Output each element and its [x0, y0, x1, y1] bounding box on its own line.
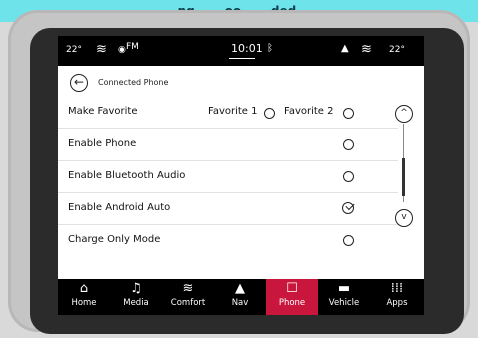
seat-heat-right-icon[interactable]: ≋: [361, 42, 372, 57]
enable-android-auto-checkmark-icon[interactable]: [342, 202, 354, 214]
car-icon: ▬: [337, 281, 351, 296]
nav-label: Nav: [231, 298, 249, 308]
seat-heat-icon: ≋: [182, 281, 194, 296]
music-note-icon: ♫: [130, 281, 142, 296]
favorite-1-label: Favorite 1: [208, 106, 258, 117]
enable-phone-radio[interactable]: [343, 139, 354, 150]
seat-heat-left-icon[interactable]: ≋: [96, 42, 107, 57]
scroll-thumb[interactable]: [402, 158, 405, 196]
touchscreen: 22° ≋ ◉ FM 10:01 ᛒ ▲ ≋ 22° ← Connected P…: [58, 36, 424, 315]
radio-icon: ◉: [118, 45, 126, 55]
back-arrow-icon[interactable]: ←: [70, 74, 88, 92]
nav-label: Vehicle: [328, 298, 360, 308]
favorite-1-radio[interactable]: [264, 108, 275, 119]
setting-row-enable-phone[interactable]: Enable Phone: [58, 128, 398, 161]
charge-only-mode-radio[interactable]: [343, 235, 354, 246]
setting-label: Enable Phone: [68, 138, 137, 149]
nav-item-home[interactable]: ⌂ Home: [58, 279, 110, 315]
nav-label: Media: [123, 298, 149, 308]
bluetooth-icon: ᛒ: [267, 43, 273, 54]
bottom-nav-bar: ⌂ Home ♫ Media ≋ Comfort ▲ Nav ☐ Phone ▬…: [58, 279, 424, 315]
setting-label: Enable Android Auto: [68, 202, 171, 213]
navigation-arrow-icon: ▲: [235, 281, 245, 296]
nav-item-vehicle[interactable]: ▬ Vehicle: [318, 279, 370, 315]
favorite-2-label: Favorite 2: [284, 106, 334, 117]
nav-label: Apps: [386, 298, 408, 308]
nav-label: Home: [71, 298, 97, 308]
clock: 10:01: [231, 42, 263, 55]
nav-item-comfort[interactable]: ≋ Comfort: [162, 279, 214, 315]
status-bar: 22° ≋ ◉ FM 10:01 ᛒ ▲ ≋ 22°: [58, 36, 424, 66]
home-icon: ⌂: [79, 281, 89, 296]
nav-item-phone[interactable]: ☐ Phone: [266, 279, 318, 315]
page-header: ← Connected Phone: [58, 66, 424, 96]
setting-label: Charge Only Mode: [68, 234, 161, 245]
nav-item-nav[interactable]: ▲ Nav: [214, 279, 266, 315]
setting-label: Make Favorite: [68, 106, 138, 117]
setting-label: Enable Bluetooth Audio: [68, 170, 186, 181]
enable-bluetooth-audio-radio[interactable]: [343, 171, 354, 182]
temperature-right: 22°: [389, 45, 405, 55]
phone-signal-icon: ▲: [341, 43, 349, 54]
phone-icon: ☐: [286, 281, 298, 296]
nav-label: Phone: [278, 298, 306, 308]
favorite-2-radio[interactable]: [343, 108, 354, 119]
temperature-left: 22°: [66, 45, 82, 55]
setting-row-enable-android-auto[interactable]: Enable Android Auto: [58, 192, 398, 225]
setting-row-charge-only-mode[interactable]: Charge Only Mode: [58, 224, 398, 256]
radio-band: FM: [126, 42, 139, 52]
scroll-down-icon[interactable]: v: [395, 209, 413, 227]
clock-underline: [229, 58, 255, 59]
page-title: Connected Phone: [98, 78, 169, 87]
scroll-up-icon[interactable]: ^: [395, 105, 413, 123]
apps-grid-icon: ⁞⁞⁞: [390, 281, 404, 296]
nav-item-media[interactable]: ♫ Media: [110, 279, 162, 315]
nav-label: Comfort: [170, 298, 206, 308]
nav-item-apps[interactable]: ⁞⁞⁞ Apps: [370, 279, 424, 315]
setting-row-make-favorite: Make Favorite Favorite 1 Favorite 2: [58, 96, 398, 129]
setting-row-enable-bluetooth-audio[interactable]: Enable Bluetooth Audio: [58, 160, 398, 193]
